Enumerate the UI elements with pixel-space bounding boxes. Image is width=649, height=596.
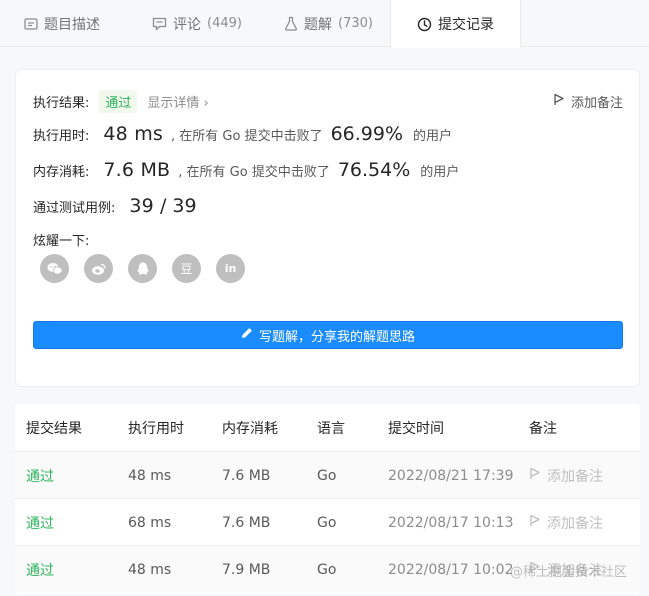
testcases-passed: 39 (129, 195, 154, 217)
row-memory: 7.6 MB (222, 514, 271, 531)
tab-label: 提交记录 (438, 17, 494, 33)
tab-label: 题解 (304, 16, 332, 33)
flask-icon (284, 16, 298, 31)
result-card: 执行结果: 通过 显示详情 › 添加备注 执行用时: 48 ms , 在所有 G… (15, 69, 640, 387)
write-solution-button[interactable]: 写题解，分享我的解题思路 (33, 321, 623, 349)
row-runtime: 48 ms (128, 467, 172, 484)
memory-tail: 的用户 (420, 164, 460, 180)
share-row: 炫耀一下: (33, 230, 89, 249)
row-language: Go (317, 514, 337, 531)
header-status: 提交结果 (26, 420, 82, 437)
share-buttons: 豆 in (40, 254, 245, 283)
watermark: @稀土掘金技术社区 (510, 565, 628, 580)
table-row[interactable]: 通过 68 ms 7.6 MB Go 2022/08/17 10:13 添加备注 (15, 498, 640, 545)
memory-row: 内存消耗: 7.6 MB , 在所有 Go 提交中击败了 76.54% 的用户 (33, 159, 459, 181)
comment-icon (152, 17, 167, 31)
row-language: Go (317, 467, 337, 484)
row-submit-time: 2022/08/21 17:39 (388, 467, 514, 484)
row-memory: 7.6 MB (222, 467, 271, 484)
table-header: 提交结果 执行用时 内存消耗 语言 提交时间 备注 (15, 404, 640, 451)
row-language: Go (317, 561, 337, 578)
row-add-note-button[interactable]: 添加备注 (529, 452, 603, 499)
flag-icon (553, 93, 565, 110)
runtime-percent: 66.99% (330, 123, 404, 145)
tab-count: (449) (207, 16, 242, 31)
status-row: 执行结果: 通过 显示详情 › (33, 90, 209, 113)
row-runtime: 48 ms (128, 561, 172, 578)
testcases-row: 通过测试用例: 39 / 39 (33, 195, 197, 217)
status-badge: 通过 (99, 90, 138, 113)
tab-label: 评论 (173, 16, 201, 33)
tab-count: (730) (338, 16, 373, 31)
row-status-link[interactable]: 通过 (26, 546, 54, 593)
row-runtime: 68 ms (128, 514, 172, 531)
tab-comments[interactable]: 评论 (449) (152, 0, 242, 47)
wechat-icon[interactable] (40, 254, 69, 283)
tab-label: 题目描述 (44, 16, 100, 33)
weibo-icon[interactable] (84, 254, 113, 283)
header-memory: 内存消耗 (222, 420, 278, 437)
flag-icon (529, 467, 541, 484)
tab-solutions[interactable]: 题解 (730) (284, 0, 373, 47)
row-note-label: 添加备注 (547, 515, 603, 532)
tab-submissions[interactable]: 提交记录 (390, 0, 521, 48)
clock-icon (417, 17, 432, 32)
row-status-link[interactable]: 通过 (26, 452, 54, 499)
header-submit-time: 提交时间 (388, 420, 444, 437)
share-label: 炫耀一下: (33, 234, 90, 249)
runtime-value: 48 ms (103, 123, 164, 145)
memory-label: 内存消耗: (33, 164, 90, 180)
row-note-label: 添加备注 (547, 468, 603, 485)
add-note-label: 添加备注 (570, 96, 623, 111)
linkedin-icon[interactable]: in (216, 254, 245, 283)
memory-percent: 76.54% (337, 159, 411, 181)
header-language: 语言 (317, 420, 345, 437)
document-icon (24, 17, 38, 31)
memory-beat-text: , 在所有 Go 提交中击败了 (178, 164, 330, 180)
testcases-separator: / (159, 195, 167, 217)
row-submit-time: 2022/08/17 10:02 (388, 561, 514, 578)
runtime-beat-text: , 在所有 Go 提交中击败了 (171, 128, 323, 144)
testcases-total: 39 (172, 195, 197, 217)
tab-bar: 题目描述 评论 (449) 题解 (730) 提交记录 (0, 0, 649, 48)
row-add-note-button[interactable]: 添加备注 (529, 499, 603, 546)
row-memory: 7.9 MB (222, 561, 271, 578)
row-status-link[interactable]: 通过 (26, 499, 54, 546)
memory-value: 7.6 MB (103, 159, 171, 181)
write-solution-label: 写题解，分享我的解题思路 (258, 329, 415, 345)
header-runtime: 执行用时 (128, 420, 184, 437)
pencil-icon (241, 327, 253, 343)
testcases-label: 通过测试用例: (33, 200, 116, 216)
show-details-link[interactable]: 显示详情 › (147, 92, 208, 111)
runtime-row: 执行用时: 48 ms , 在所有 Go 提交中击败了 66.99% 的用户 (33, 123, 452, 145)
table-row[interactable]: 通过 48 ms 7.6 MB Go 2022/08/21 17:39 添加备注 (15, 451, 640, 498)
status-label: 执行结果: (33, 96, 90, 111)
flag-icon (529, 514, 541, 531)
header-note: 备注 (529, 420, 557, 437)
runtime-tail: 的用户 (413, 128, 453, 144)
tab-description[interactable]: 题目描述 (24, 0, 100, 47)
row-submit-time: 2022/08/17 10:13 (388, 514, 514, 531)
qq-icon[interactable] (128, 254, 157, 283)
runtime-label: 执行用时: (33, 128, 90, 144)
add-note-button[interactable]: 添加备注 (553, 92, 623, 111)
douban-icon[interactable]: 豆 (172, 254, 201, 283)
